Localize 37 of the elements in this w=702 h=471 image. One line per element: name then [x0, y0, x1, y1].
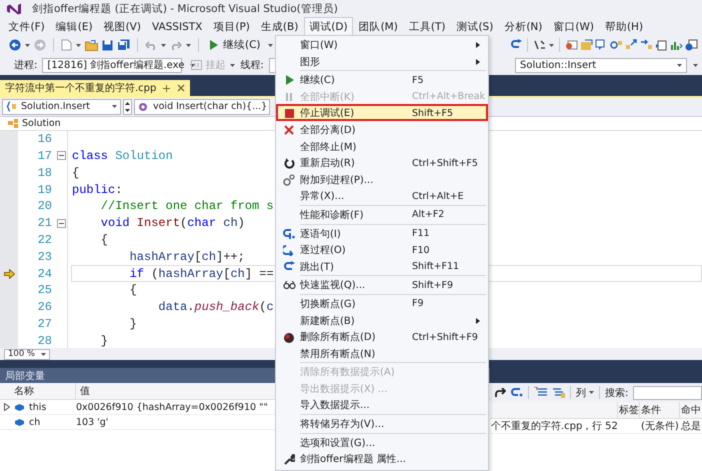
code-line: if (hashArray[ch] == [128, 266, 274, 281]
line-number: 23 [36, 250, 53, 264]
variable-value: 103 'g' [76, 416, 108, 428]
code-line: { [72, 166, 80, 180]
code-line: } [128, 316, 137, 331]
process-label: 进程: [14, 58, 38, 72]
variable-value: 0x0026f910 {hashArray=0x0026f910 "" [76, 402, 268, 412]
code-line: hashArray[ch]++; [128, 250, 245, 264]
variable-name: this [29, 402, 46, 412]
line-number: 24 [36, 266, 53, 281]
code-line: data.push_back(c [157, 300, 274, 314]
code-line: void Insert(char ch) [100, 216, 245, 230]
variable-name: ch [29, 416, 40, 428]
breakpoint-condition: (无条件) [640, 420, 680, 433]
line-number: 26 [36, 300, 53, 314]
thread-label: 线程: [240, 58, 264, 72]
line-number: 17 [36, 148, 53, 163]
line-number: 16 [36, 132, 53, 146]
line-number: 19 [36, 182, 53, 197]
line-number: 28 [36, 334, 53, 348]
search-label: 搜索: [605, 386, 628, 400]
class-label: Solution [22, 118, 61, 129]
line-number: 27 [36, 316, 53, 331]
code-line: { [100, 232, 108, 247]
code-line: } [100, 334, 108, 348]
window-title: 剑指offer编程题 (正在调试) - Microsoft Visual Studio(管理员) [32, 2, 338, 16]
code-line: { [128, 283, 137, 298]
line-number: 25 [36, 283, 53, 298]
line-number: 22 [36, 232, 53, 247]
line-number: 20 [36, 199, 53, 214]
breakpoint-location: 个不重复的字符.cpp , 行 52 [490, 420, 618, 433]
code-line: //Insert one char from s [100, 199, 274, 214]
code-line: public: [72, 182, 122, 197]
code-line: class Solution [72, 148, 173, 163]
hit-count: 总是 [680, 420, 700, 433]
line-number: 21 [36, 216, 53, 230]
line-number: 18 [36, 166, 53, 180]
